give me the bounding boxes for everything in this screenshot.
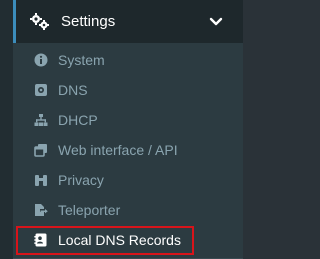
sidebar-edge [0, 0, 13, 259]
menu-item-label: Web interface / API [58, 142, 178, 158]
menu-item-dhcp[interactable]: DHCP [13, 105, 243, 135]
address-card-icon [34, 233, 48, 247]
sitemap-icon [34, 113, 48, 127]
menu-item-label: Local DNS Records [58, 232, 181, 248]
menu-item-dns[interactable]: DNS [13, 75, 243, 105]
menu-item-teleporter[interactable]: Teleporter [13, 195, 243, 225]
menu-item-label: System [58, 52, 105, 68]
menu-item-label: Teleporter [58, 202, 121, 218]
settings-label: Settings [61, 13, 116, 30]
menu-item-system[interactable]: System [13, 45, 243, 75]
dns-icon [34, 83, 48, 97]
menu-item-local-dns-records[interactable]: Local DNS Records [13, 225, 243, 255]
info-circle-icon [34, 53, 48, 67]
web-interface-icon [34, 143, 48, 157]
menu-item-label: DHCP [58, 112, 98, 128]
menu-item-privacy[interactable]: Privacy [13, 165, 243, 195]
gears-icon [30, 13, 50, 31]
menu-item-label: DNS [58, 82, 88, 98]
file-export-icon [34, 203, 48, 217]
menu-item-web-interface-api[interactable]: Web interface / API [13, 135, 243, 165]
menu-item-label: Privacy [58, 172, 104, 188]
settings-menu-header[interactable]: Settings [13, 0, 243, 43]
settings-submenu: System DNS DHCP Web interface / API Priv… [13, 43, 243, 255]
sidebar: Settings System DNS DHCP Web interface /… [0, 0, 243, 259]
chevron-down-icon[interactable] [209, 15, 223, 27]
binoculars-icon [34, 173, 48, 187]
